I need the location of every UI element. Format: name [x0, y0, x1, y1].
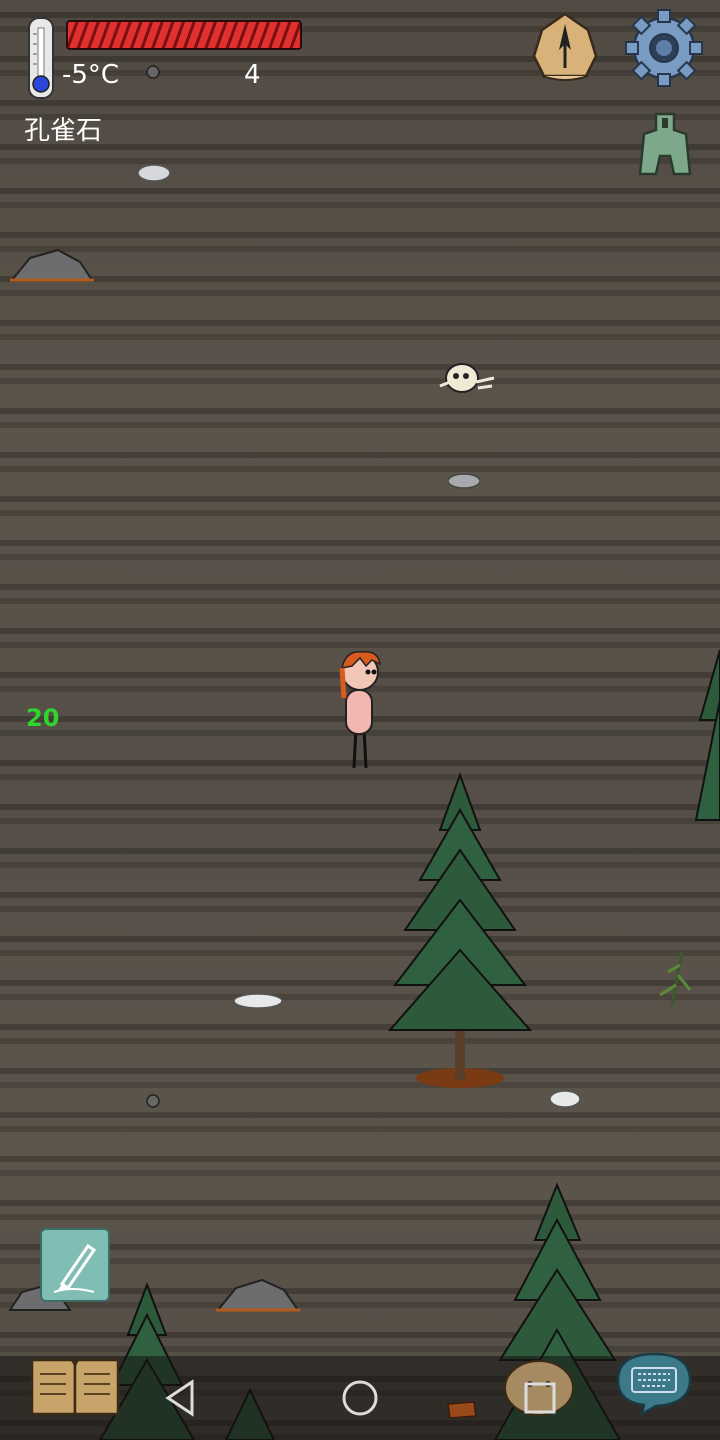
held-item-name: 孔雀石 — [24, 116, 103, 146]
pine-tree[interactable] — [387, 772, 533, 1088]
flint-stone[interactable] — [137, 164, 171, 182]
game-world[interactable]: -5°C 4 孔雀石 20 — [0, 0, 720, 1440]
small-stone[interactable] — [146, 65, 160, 79]
home-nav-button[interactable] — [340, 1378, 380, 1418]
flint-stone[interactable] — [233, 993, 283, 1009]
health-bar — [66, 20, 302, 50]
back-nav-button[interactable] — [160, 1378, 200, 1418]
skeleton-remains[interactable] — [439, 363, 495, 393]
world-objects — [8, 65, 720, 1440]
thermometer-icon — [28, 17, 54, 99]
sapling[interactable] — [659, 951, 692, 1006]
health-bar-fill — [68, 22, 300, 48]
gear-icon[interactable] — [624, 8, 704, 88]
dropped-item[interactable] — [446, 1400, 478, 1420]
player-character[interactable] — [339, 651, 381, 769]
keyboard-bubble-icon[interactable] — [612, 1350, 696, 1416]
food-value: 20 — [26, 704, 60, 732]
item-count: 4 — [244, 60, 261, 90]
temperature-readout: -5°C — [62, 60, 120, 90]
pine-tree[interactable] — [694, 649, 720, 821]
flint-stone[interactable] — [447, 473, 481, 489]
recents-nav-button[interactable] — [520, 1378, 560, 1418]
compass-icon[interactable] — [530, 10, 600, 82]
big-rock[interactable] — [215, 1278, 300, 1312]
small-stone[interactable] — [146, 1094, 160, 1108]
spade-coin-icon[interactable] — [638, 112, 692, 178]
pencil-button[interactable] — [40, 1228, 110, 1302]
pencil-icon — [53, 1243, 97, 1293]
flint-stone[interactable] — [549, 1090, 581, 1108]
book-icon[interactable] — [28, 1354, 122, 1418]
big-rock[interactable] — [9, 248, 94, 282]
